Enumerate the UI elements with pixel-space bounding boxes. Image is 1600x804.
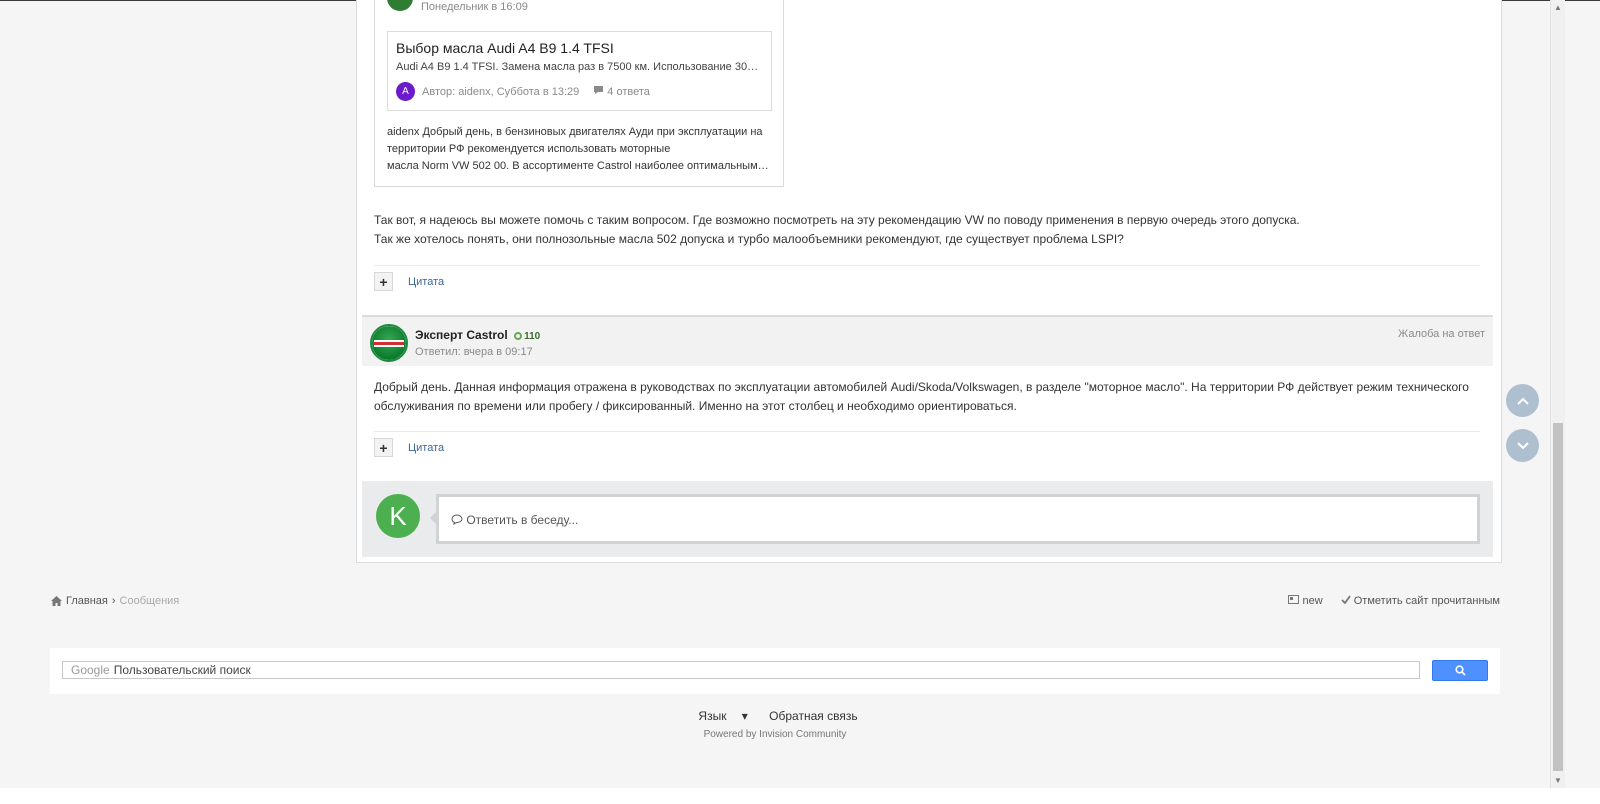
divider bbox=[374, 265, 1480, 266]
breadcrumb: Главная › Сообщения bbox=[51, 595, 179, 607]
embed-text: aidenx Добрый день, в бензиновых двигате… bbox=[387, 124, 772, 175]
newspaper-icon bbox=[1288, 595, 1300, 604]
topic-excerpt: Audi A4 B9 1.4 TFSI. Замена масла раз в … bbox=[396, 61, 761, 73]
reputation-count: 110 bbox=[524, 331, 541, 342]
scroll-arrow-up-icon[interactable]: ▲ bbox=[1554, 3, 1562, 12]
quote-link[interactable]: Цитата bbox=[408, 442, 444, 454]
search-button[interactable] bbox=[1432, 660, 1488, 681]
breadcrumb-current: Сообщения bbox=[119, 595, 180, 607]
topic-meta: A Автор: aidenx, Суббота в 13:29 4 ответ… bbox=[396, 82, 763, 101]
reply-area: K Ответить в беседу... bbox=[362, 481, 1493, 557]
search-input[interactable]: Google Пользовательский поиск bbox=[62, 661, 1420, 679]
scroll-down-button[interactable] bbox=[1506, 429, 1539, 462]
mark-read-link[interactable]: Отметить сайт прочитанным bbox=[1341, 595, 1500, 607]
post-body: Так вот, я надеюсь вы можете помочь с та… bbox=[374, 211, 1474, 249]
reply-body: Добрый день. Данная информация отражена … bbox=[374, 378, 1474, 416]
page-actions: new Отметить сайт прочитанным bbox=[1288, 595, 1500, 607]
embed-text-line1: aidenx Добрый день, в бензиновых двигате… bbox=[387, 126, 763, 138]
multiquote-button[interactable]: + bbox=[374, 438, 393, 457]
embed-text-line2: территории РФ рекомендуется использовать… bbox=[387, 143, 671, 155]
powered-by[interactable]: Powered by Invision Community bbox=[0, 729, 1550, 740]
search-placeholder: Пользовательский поиск bbox=[113, 663, 251, 677]
chevron-up-icon bbox=[1516, 397, 1529, 405]
scroll-arrow-down-icon[interactable]: ▼ bbox=[1554, 776, 1562, 785]
new-label: new bbox=[1302, 595, 1323, 607]
search-icon bbox=[1454, 665, 1466, 676]
chevron-right-icon: › bbox=[111, 595, 116, 607]
home-icon bbox=[51, 596, 62, 606]
scroll-up-button[interactable] bbox=[1506, 384, 1539, 417]
author-name[interactable]: Эксперт Castrol bbox=[415, 328, 508, 342]
new-content-link[interactable]: new bbox=[1288, 595, 1323, 607]
comment-icon bbox=[593, 85, 604, 98]
topic-author-meta: Автор: aidenx, Суббота в 13:29 bbox=[422, 85, 580, 98]
author-avatar[interactable]: A bbox=[396, 82, 415, 101]
chevron-down-icon bbox=[1516, 441, 1529, 449]
scrollbar-thumb[interactable] bbox=[1553, 423, 1563, 771]
embedded-quote: Понедельник в 16:09 Выбор масла Audi A4 … bbox=[374, 0, 784, 187]
embed-text-line3: масла Norm VW 502 00. В ассортименте Cas… bbox=[387, 160, 769, 172]
divider bbox=[374, 431, 1480, 432]
reputation-badge: 110 bbox=[514, 331, 540, 342]
mark-read-label: Отметить сайт прочитанным bbox=[1353, 595, 1500, 607]
breadcrumb-home[interactable]: Главная bbox=[66, 595, 108, 607]
caret-down-icon: ▾ bbox=[741, 709, 748, 723]
feedback-link[interactable]: Обратная связь bbox=[769, 709, 857, 723]
google-label: Google bbox=[71, 663, 110, 677]
reply-author[interactable]: Эксперт Castrol 110 bbox=[415, 328, 540, 342]
multiquote-button[interactable]: + bbox=[374, 272, 393, 291]
post-line1: Так вот, я надеюсь вы можете помочь с та… bbox=[374, 213, 1300, 227]
reply-date: Ответил: вчера в 09:17 bbox=[415, 346, 533, 358]
check-icon bbox=[1341, 595, 1351, 605]
post-line2: Так же хотелось понять, они полнозольные… bbox=[374, 232, 1124, 246]
comment-icon bbox=[451, 514, 463, 526]
bottom-bar bbox=[0, 788, 1600, 804]
user-avatar[interactable]: K bbox=[376, 494, 420, 538]
language-menu[interactable]: Язык ▾ bbox=[692, 709, 753, 723]
topic-card[interactable]: Выбор масла Audi A4 B9 1.4 TFSI Audi A4 … bbox=[387, 31, 772, 111]
footer-links: Язык ▾ Обратная связь bbox=[0, 709, 1550, 723]
embed-date: Понедельник в 16:09 bbox=[421, 1, 528, 13]
embed-header: Понедельник в 16:09 bbox=[387, 0, 528, 13]
reply-input[interactable]: Ответить в беседу... bbox=[430, 494, 1480, 544]
language-label: Язык bbox=[698, 709, 727, 723]
quote-link[interactable]: Цитата bbox=[408, 276, 444, 288]
reputation-icon bbox=[514, 332, 523, 341]
embed-avatar bbox=[387, 0, 413, 11]
reply-line1: Добрый день. Данная информация отражена … bbox=[374, 380, 1469, 394]
topic-replies: 4 ответа bbox=[607, 85, 650, 98]
window-scrollbar[interactable]: ▲ ▼ bbox=[1550, 0, 1565, 788]
reply-header: Эксперт Castrol 110 Ответил: вчера в 09:… bbox=[362, 315, 1493, 366]
reply-placeholder: Ответить в беседу... bbox=[466, 513, 579, 527]
topic-title[interactable]: Выбор масла Audi A4 B9 1.4 TFSI bbox=[396, 40, 763, 56]
search-section: Google Пользовательский поиск bbox=[50, 648, 1500, 694]
report-link[interactable]: Жалоба на ответ bbox=[1398, 328, 1485, 340]
castrol-avatar[interactable] bbox=[370, 324, 408, 362]
reply-line2: обслуживания по времени или пробегу / фи… bbox=[374, 399, 1017, 413]
